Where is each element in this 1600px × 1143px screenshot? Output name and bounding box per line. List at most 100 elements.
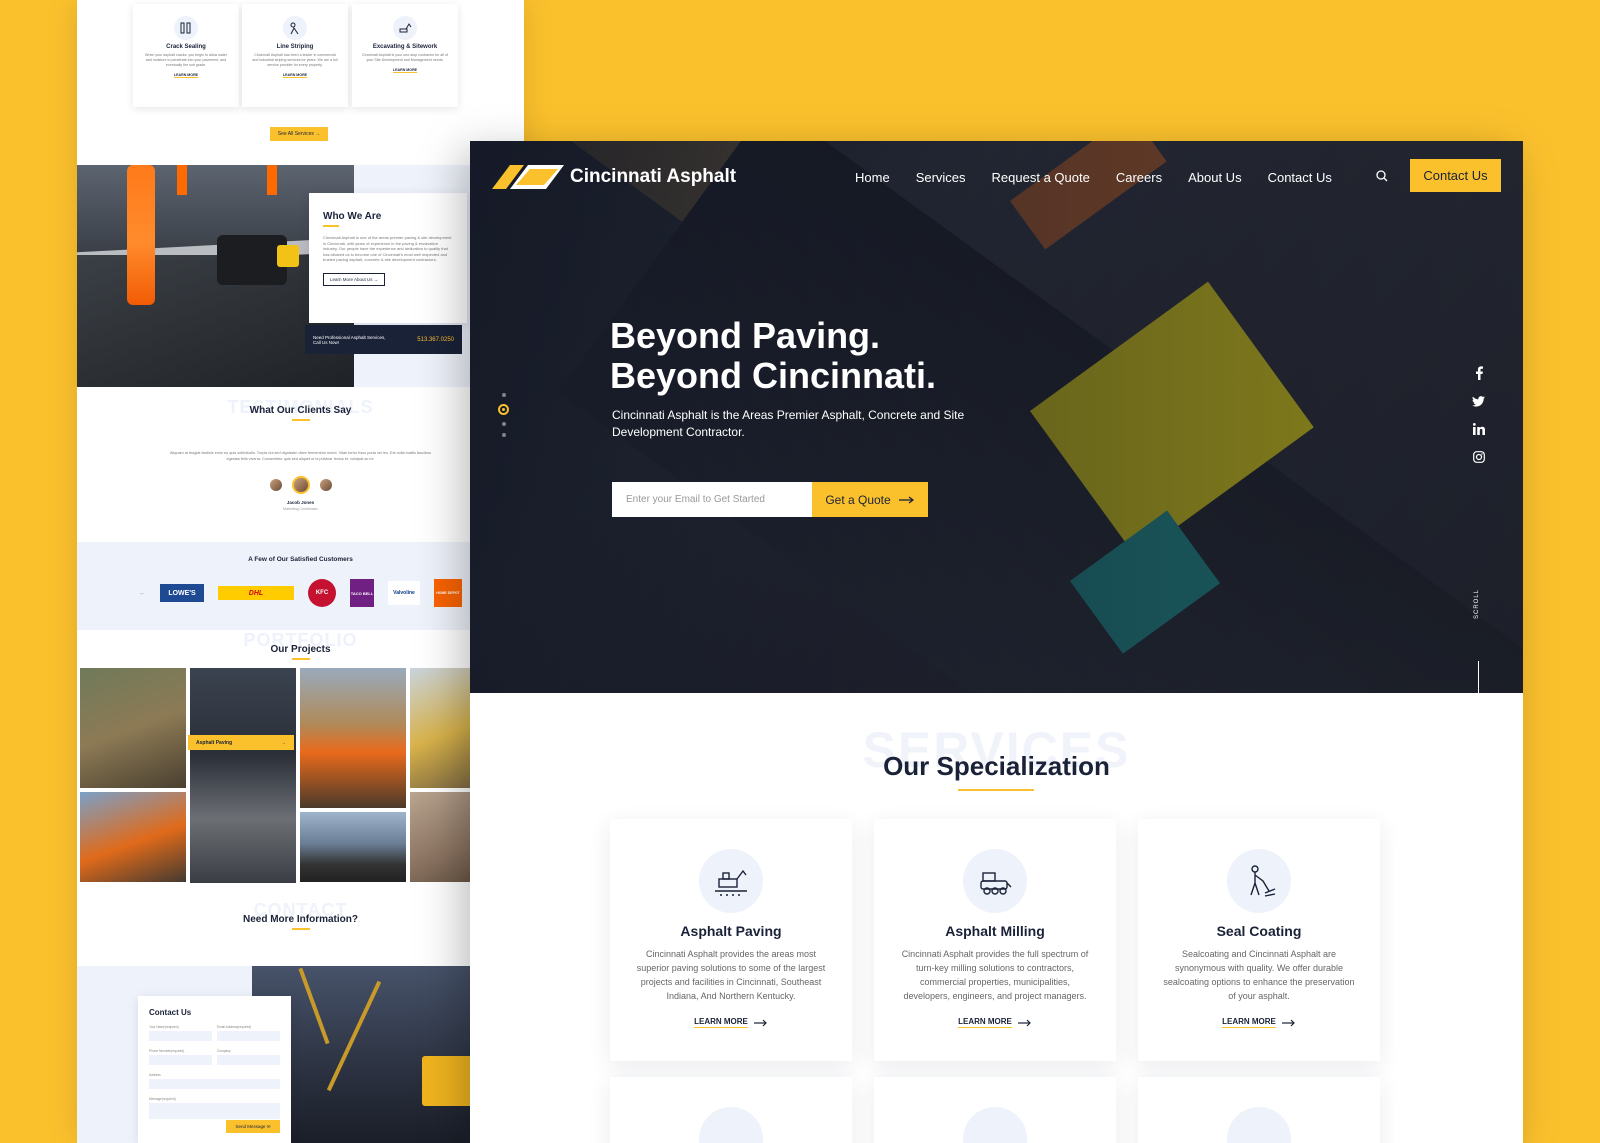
- arrow-right-icon: [1017, 1019, 1031, 1026]
- email-input[interactable]: [612, 482, 812, 517]
- service-icon: [699, 1107, 763, 1143]
- social-links: [1472, 366, 1485, 463]
- line-striping-icon: [283, 16, 307, 40]
- service-card-seal-coating[interactable]: Seal Coating Sealcoating and Cincinnati …: [1138, 819, 1380, 1061]
- avatar[interactable]: [319, 479, 332, 491]
- logo-mark-icon: [492, 165, 564, 189]
- button-label: Learn More About Us: [330, 276, 373, 282]
- service-card-crack-sealing[interactable]: Crack Sealing When your asphalt cracks, …: [133, 4, 239, 107]
- service-desc: When your asphalt cracks, you begin to a…: [145, 53, 227, 67]
- customers-section: A Few of Our Satisfied Customers ← LOWE'…: [77, 542, 524, 630]
- prev-arrow-icon[interactable]: ←: [139, 590, 146, 597]
- site-logo[interactable]: Cincinnati Asphalt: [492, 165, 736, 189]
- call-now-bar: Need Professional Asphalt Services, Call…: [305, 325, 462, 354]
- phone-number[interactable]: 513.367.0250: [417, 337, 454, 343]
- nav-home[interactable]: Home: [855, 170, 890, 185]
- nav-about-us[interactable]: About Us: [1188, 170, 1241, 185]
- arrow-right-icon: [1281, 1019, 1295, 1026]
- learn-more-link[interactable]: LEARN MORE: [958, 1017, 1032, 1028]
- field-label: Company: [217, 1049, 231, 1053]
- slider-dot[interactable]: [501, 422, 506, 426]
- home-depot-logo: HOME DEPOT: [434, 579, 462, 607]
- back-page-preview: Crack Sealing When your asphalt cracks, …: [77, 0, 524, 1143]
- field-label: Your Name(required): [149, 1025, 179, 1029]
- nav-careers[interactable]: Careers: [1116, 170, 1162, 185]
- testimonial-role: Marketing Coordinator: [283, 507, 318, 511]
- nav-request-quote[interactable]: Request a Quote: [992, 170, 1090, 185]
- testimonial-avatars: [77, 476, 524, 494]
- plate-compactor: [217, 235, 299, 285]
- nav-services[interactable]: Services: [916, 170, 966, 185]
- avatar-active[interactable]: [291, 476, 310, 494]
- field-label: Address: [149, 1073, 161, 1077]
- see-all-services-button[interactable]: See All Services →: [270, 127, 328, 141]
- company-input[interactable]: [217, 1055, 280, 1065]
- slider-dot[interactable]: [501, 433, 506, 437]
- projects-section: PORTFOLIO Our Projects Asphalt Paving →: [77, 630, 524, 900]
- service-icon: [963, 1107, 1027, 1143]
- send-message-button[interactable]: Send Message ✉: [226, 1120, 280, 1133]
- twitter-icon[interactable]: [1472, 396, 1485, 407]
- back-services-section: Crack Sealing When your asphalt cracks, …: [77, 0, 524, 165]
- instagram-icon[interactable]: [1472, 451, 1485, 463]
- crane-arm: [298, 967, 330, 1045]
- slider-dot[interactable]: [501, 393, 506, 397]
- learn-more-link[interactable]: LEARN MORE: [352, 68, 458, 72]
- service-title: Seal Coating: [1216, 923, 1302, 939]
- learn-more-label: LEARN MORE: [958, 1017, 1012, 1028]
- crack-sealing-icon: [174, 16, 198, 40]
- get-a-quote-button[interactable]: Get a Quote: [812, 482, 928, 517]
- milling-machine-icon: [963, 849, 1027, 913]
- sealcoat-worker-icon: [1227, 849, 1291, 913]
- service-card-partial[interactable]: [1138, 1077, 1380, 1143]
- project-thumb[interactable]: [300, 812, 406, 882]
- project-thumb[interactable]: [80, 792, 186, 882]
- learn-more-label: LEARN MORE: [1222, 1017, 1276, 1028]
- kfc-logo: KFC: [308, 579, 336, 607]
- service-title: Excavating & Sitework: [372, 44, 438, 50]
- taco-bell-logo: TACO BELL: [350, 579, 374, 607]
- address-input[interactable]: [149, 1079, 280, 1089]
- service-title: Crack Sealing: [166, 44, 206, 50]
- avatar[interactable]: [269, 479, 282, 491]
- learn-more-label: LEARN MORE: [694, 1017, 748, 1028]
- learn-more-link[interactable]: LEARN MORE: [133, 73, 239, 77]
- service-card-line-striping[interactable]: Line Striping Cincinnati Asphalt has bee…: [242, 4, 348, 107]
- name-input[interactable]: [149, 1031, 212, 1041]
- project-thumb[interactable]: [80, 668, 186, 788]
- project-label[interactable]: Asphalt Paving →: [188, 735, 294, 750]
- project-thumb[interactable]: [300, 668, 406, 808]
- brand-name: Cincinnati Asphalt: [570, 166, 737, 187]
- who-title: Who We Are: [323, 211, 453, 227]
- facebook-icon[interactable]: [1474, 366, 1484, 380]
- service-card-excavating[interactable]: Excavating & Sitework Cincinnati Asphalt…: [352, 4, 458, 107]
- arrow-right-icon: [753, 1019, 767, 1026]
- who-we-are-section: Who We Are Cincinnati Asphalt is one of …: [77, 165, 524, 387]
- worker-figure: [127, 165, 155, 305]
- hero-line-1: Beyond Paving.: [610, 315, 881, 356]
- main-nav: Home Services Request a Quote Careers Ab…: [855, 170, 1332, 185]
- search-icon[interactable]: [1376, 169, 1388, 187]
- hero-section: Cincinnati Asphalt Home Services Request…: [470, 141, 1523, 693]
- service-card-partial[interactable]: [610, 1077, 852, 1143]
- slider-dot-active[interactable]: [498, 404, 509, 415]
- who-we-are-box: Who We Are Cincinnati Asphalt is one of …: [309, 193, 467, 323]
- service-desc: Cincinnati Asphalt is your one-stop cont…: [362, 53, 448, 62]
- project-thumb-asphalt-paving[interactable]: [190, 668, 296, 883]
- learn-more-about-us-button[interactable]: Learn More About Us →: [323, 272, 386, 286]
- customer-logos: ← LOWE'S DHL KFC TACO BELL Valvoline HOM…: [77, 579, 524, 607]
- learn-more-link[interactable]: LEARN MORE: [1222, 1017, 1296, 1028]
- service-card-partial[interactable]: [874, 1077, 1116, 1143]
- contact-us-button[interactable]: Contact Us: [1410, 159, 1501, 192]
- traffic-cone: [267, 165, 277, 195]
- message-input[interactable]: [149, 1103, 280, 1119]
- nav-contact-us[interactable]: Contact Us: [1268, 170, 1332, 185]
- linkedin-icon[interactable]: [1472, 423, 1485, 435]
- service-card-asphalt-milling[interactable]: Asphalt Milling Cincinnati Asphalt provi…: [874, 819, 1116, 1061]
- email-input[interactable]: [217, 1031, 280, 1041]
- learn-more-link[interactable]: LEARN MORE: [694, 1017, 768, 1028]
- service-card-asphalt-paving[interactable]: Asphalt Paving Cincinnati Asphalt provid…: [610, 819, 852, 1061]
- service-desc: Cincinnati Asphalt provides the areas mo…: [636, 949, 826, 1001]
- learn-more-link[interactable]: LEARN MORE: [242, 73, 348, 77]
- phone-input[interactable]: [149, 1055, 212, 1065]
